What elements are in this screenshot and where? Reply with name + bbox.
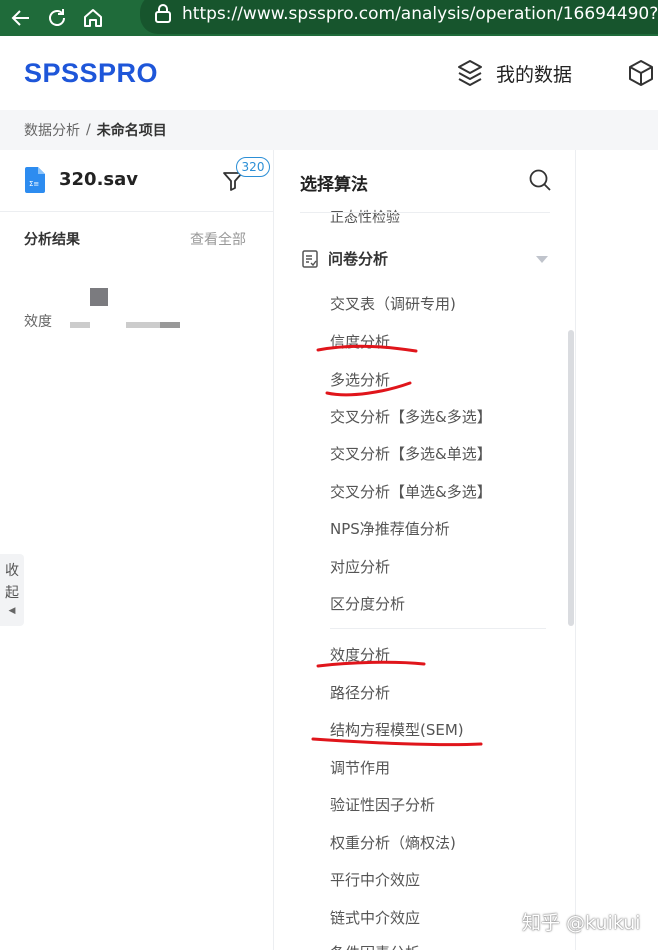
algo-item[interactable]: 对应分析: [330, 556, 390, 577]
cube-icon[interactable]: [626, 58, 656, 92]
algo-item[interactable]: 条件因素分析: [330, 942, 420, 950]
algo-item[interactable]: NPS净推荐值分析: [330, 518, 450, 539]
group-divider: [330, 628, 546, 629]
sav-file-icon: Σ≡: [25, 167, 45, 197]
breadcrumb-current: 未命名项目: [96, 123, 167, 139]
nav-my-data[interactable]: 我的数据: [456, 58, 572, 88]
algo-item[interactable]: 信度分析: [330, 331, 390, 352]
algo-item[interactable]: 结构方程模型(SEM): [330, 719, 464, 740]
algorithm-panel-title: 选择算法: [300, 175, 368, 195]
lock-icon: [154, 4, 172, 24]
result-item[interactable]: 效度: [24, 311, 52, 331]
filter-count-badge: 320: [236, 157, 270, 177]
breadcrumb-separator: /: [86, 122, 91, 138]
nav-my-data-label: 我的数据: [496, 63, 573, 86]
results-title: 分析结果: [24, 232, 80, 248]
category-questionnaire[interactable]: 问卷分析: [302, 248, 388, 269]
watermark: 知乎 @kuikui: [522, 912, 641, 934]
collapse-sidebar-button[interactable]: 收 起 ◀: [0, 554, 24, 626]
header-divider: [300, 212, 550, 213]
category-label: 问卷分析: [328, 250, 389, 268]
collapse-label-1: 收: [5, 563, 19, 579]
layers-icon: [458, 60, 482, 86]
algo-item[interactable]: 交叉表（调研专用): [330, 293, 456, 314]
survey-icon: [302, 249, 318, 268]
algo-item[interactable]: 调节作用: [330, 757, 390, 778]
algo-item[interactable]: 验证性因子分析: [330, 794, 435, 815]
algo-item[interactable]: 交叉分析【多选&多选】: [330, 406, 492, 427]
redacted-text: [196, 314, 240, 324]
home-icon[interactable]: [78, 3, 108, 33]
caret-down-icon[interactable]: [536, 256, 548, 263]
algo-item[interactable]: 路径分析: [330, 682, 390, 703]
algo-item[interactable]: 平行中介效应: [330, 869, 420, 890]
algo-item[interactable]: 区分度分析: [330, 593, 405, 614]
algo-item[interactable]: 交叉分析【多选&单选】: [330, 443, 492, 464]
logo[interactable]: SPSSPRO: [24, 58, 158, 89]
algo-item-cut[interactable]: 正态性检验: [330, 207, 400, 227]
algo-item[interactable]: 权重分析（熵权法): [330, 832, 456, 853]
redacted-block: [90, 288, 108, 306]
caret-left-icon: ◀: [8, 606, 16, 616]
collapse-label-2: 起: [5, 585, 19, 601]
redacted-block: [70, 322, 180, 328]
algo-item[interactable]: 多选分析: [330, 369, 390, 390]
file-name: 320.sav: [59, 169, 139, 190]
scrollbar[interactable]: [568, 330, 574, 626]
reload-icon[interactable]: [42, 3, 72, 33]
url-text: https://www.spsspro.com/analysis/operati…: [182, 4, 658, 24]
breadcrumb-root[interactable]: 数据分析: [24, 120, 80, 140]
breadcrumb: 数据分析 / 未命名项目: [0, 110, 658, 150]
file-row[interactable]: Σ≡ 320.sav 320: [0, 150, 274, 212]
address-bar[interactable]: https://www.spsspro.com/analysis/operati…: [140, 0, 658, 34]
algorithm-panel: 选择算法 正态性检验 问卷分析 交叉表（调研专用) 信度分析 多选分析 交叉分析…: [274, 150, 576, 950]
redacted-text: [196, 274, 240, 282]
view-all-link[interactable]: 查看全部: [190, 229, 246, 249]
app-header: SPSSPRO 我的数据: [0, 36, 658, 110]
algo-item[interactable]: 交叉分析【单选&多选】: [330, 481, 492, 502]
search-icon[interactable]: [528, 168, 552, 196]
browser-toolbar: https://www.spsspro.com/analysis/operati…: [0, 0, 658, 36]
algo-item[interactable]: 链式中介效应: [330, 907, 420, 928]
algo-item[interactable]: 效度分析: [330, 644, 390, 665]
left-panel: Σ≡ 320.sav 320 分析结果 查看全部 效度: [0, 150, 274, 950]
svg-text:Σ≡: Σ≡: [29, 180, 39, 188]
back-icon[interactable]: [6, 3, 36, 33]
